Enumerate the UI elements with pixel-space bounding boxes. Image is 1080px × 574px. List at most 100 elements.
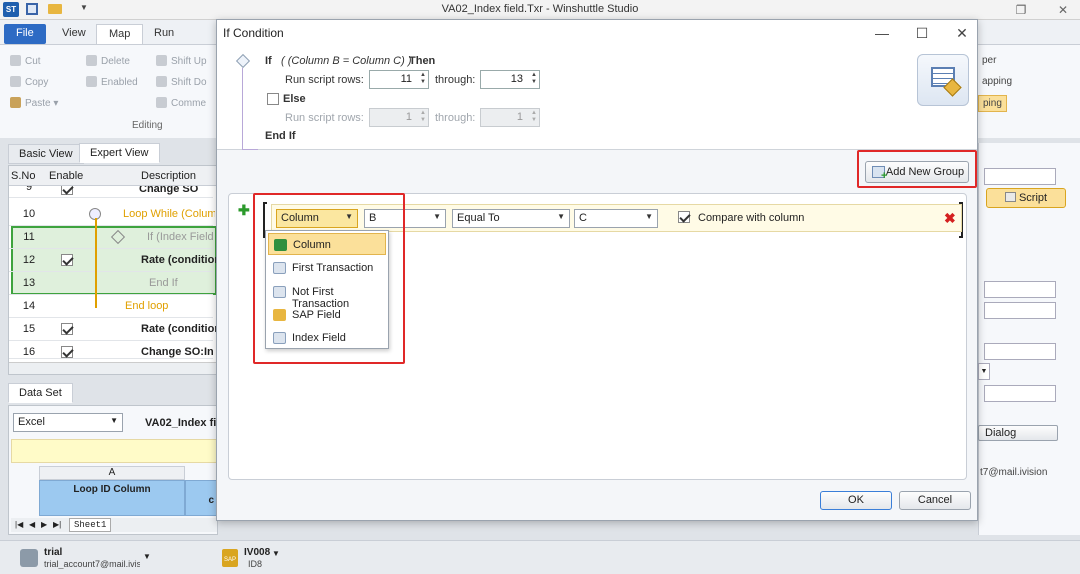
sheet-first-icon[interactable]: |◀	[15, 520, 23, 529]
ribbon-right-item-1[interactable]: per	[982, 55, 996, 66]
condition-expression[interactable]: ( (Column B = Column C) )	[281, 55, 412, 67]
shift-down-button[interactable]: Shift Do	[156, 76, 207, 88]
paste-button[interactable]: Paste ▾	[10, 97, 58, 109]
table-row[interactable]: 13 End If	[9, 272, 213, 295]
right-field-4[interactable]	[984, 343, 1056, 360]
cell-loop-id[interactable]: Loop ID Column	[39, 480, 185, 516]
shift-up-button[interactable]: Shift Up	[156, 55, 207, 67]
delete-row-icon[interactable]: ✖	[944, 210, 956, 227]
grid-hscrollbar[interactable]	[9, 362, 217, 374]
end-if-keyword: End If	[265, 130, 296, 142]
table-row[interactable]: 14 End loop	[9, 295, 213, 318]
else-checkbox[interactable]	[267, 93, 279, 105]
sheet-last-icon[interactable]: ▶|	[53, 520, 61, 529]
stepper-arrows-icon[interactable]: ▲ ▼	[420, 110, 426, 124]
user-menu-chevron-icon[interactable]: ▼	[143, 552, 151, 561]
window-title: VA02_Index field.Txr - Winshuttle Studio	[441, 3, 639, 15]
tab-run[interactable]: Run	[142, 24, 186, 44]
right-field-2[interactable]	[984, 281, 1056, 298]
table-row[interactable]: 9 Change SO	[9, 186, 213, 198]
col-description[interactable]: Description	[141, 170, 196, 182]
table-row[interactable]: 11 If (Index Field c	[9, 226, 213, 249]
condition-icon	[110, 229, 126, 245]
stepper-arrows-icon[interactable]: ▲ ▼	[420, 72, 426, 86]
status-bar: trial trial_account7@mail.ivisi ▼ SAP IV…	[0, 540, 1080, 574]
copy-button[interactable]: Copy	[10, 76, 48, 88]
sheet-banner	[11, 439, 217, 463]
system-menu-chevron-icon[interactable]: ▼	[272, 549, 280, 558]
tab-view[interactable]: View	[50, 24, 98, 44]
else-from-stepper[interactable]: 1 ▲ ▼	[369, 108, 429, 127]
stepper-arrows-icon[interactable]: ▲ ▼	[531, 72, 537, 86]
table-row[interactable]: 12 Rate (condition	[9, 249, 221, 272]
tab-file[interactable]: File	[4, 24, 46, 44]
if-through-label: through:	[435, 74, 476, 86]
enabled-button[interactable]: Enabled	[86, 76, 138, 88]
stepper-arrows-icon[interactable]: ▲ ▼	[531, 110, 537, 124]
right-field-3[interactable]	[984, 302, 1056, 319]
col-enable[interactable]: Enable	[49, 170, 83, 182]
script-button[interactable]: Script	[986, 188, 1066, 208]
minimize-icon[interactable]: —	[871, 23, 893, 43]
right-field-5[interactable]	[984, 385, 1056, 402]
enable-checkbox[interactable]	[61, 186, 73, 195]
dialog-title: If Condition	[223, 26, 284, 40]
else-through-label: through:	[435, 112, 476, 124]
table-row[interactable]: 15 Rate (condition	[9, 318, 221, 341]
tab-basic-view[interactable]: Basic View	[8, 144, 84, 164]
restore-icon[interactable]: ❐	[1010, 2, 1032, 18]
dialog-title-bar: If Condition — ☐ ✕	[217, 20, 977, 46]
comment-button[interactable]: Comme	[156, 97, 206, 109]
highlight-add-group	[857, 150, 977, 188]
if-run-rows-label: Run script rows:	[285, 74, 364, 86]
right-dropdown[interactable]: ▼	[978, 363, 990, 380]
right-operand-select[interactable]: C ▼	[574, 209, 658, 228]
add-row-plus-icon[interactable]: ✚	[238, 202, 250, 219]
right-field-1[interactable]	[984, 168, 1056, 185]
right-operand-value: C	[579, 212, 587, 224]
operator-select[interactable]: Equal To ▼	[452, 209, 570, 228]
if-condition-dialog: If Condition — ☐ ✕ If ( (Column B = Colu…	[216, 19, 978, 521]
enable-checkbox[interactable]	[61, 346, 73, 358]
dialog-button[interactable]: Dialog	[978, 425, 1058, 441]
cut-button[interactable]: Cut	[10, 55, 41, 67]
maximize-icon[interactable]: ☐	[911, 23, 933, 43]
enable-checkbox[interactable]	[61, 254, 73, 266]
app-title-bar: ST ▼ VA02_Index field.Txr - Winshuttle S…	[0, 0, 1080, 20]
tab-map[interactable]: Map	[96, 24, 144, 44]
enable-checkbox[interactable]	[61, 323, 73, 335]
sheet-tab[interactable]: Sheet1	[69, 518, 112, 532]
cancel-button[interactable]: Cancel	[899, 491, 971, 510]
sheet-next-icon[interactable]: ▶	[41, 520, 47, 529]
ok-button[interactable]: OK	[820, 491, 892, 510]
shift-down-label: Shift Do	[171, 77, 207, 88]
then-keyword: Then	[409, 55, 436, 67]
delete-button[interactable]: Delete	[86, 55, 130, 67]
if-keyword: If	[265, 55, 272, 67]
compare-with-column-checkbox[interactable]	[678, 211, 690, 223]
script-grid: S.No Enable Description 9 Change SO 10 L…	[8, 165, 221, 375]
if-from-stepper[interactable]: 11 ▲ ▼	[369, 70, 429, 89]
table-row[interactable]: 16 Change SO:Inve	[9, 341, 213, 359]
close-icon[interactable]: ✕	[951, 23, 973, 43]
column-header-a[interactable]: A	[39, 466, 185, 480]
tab-expert-view[interactable]: Expert View	[79, 143, 160, 163]
chevron-down-icon: ▼	[645, 212, 653, 221]
sheet-prev-icon[interactable]: ◀	[29, 520, 35, 529]
delete-label: Delete	[101, 56, 130, 67]
row-desc: Rate (condition	[141, 254, 222, 266]
ribbon-right-item-2[interactable]: apping	[982, 76, 1012, 87]
ribbon-right-item-3[interactable]: ping	[978, 95, 1007, 112]
if-to-stepper[interactable]: 13 ▲ ▼	[480, 70, 540, 89]
paste-icon	[10, 97, 21, 108]
comment-label: Comme	[171, 98, 207, 109]
table-row[interactable]: 10 Loop While (Column	[9, 203, 215, 226]
col-sno[interactable]: S.No	[11, 170, 35, 182]
sap-icon: SAP	[222, 549, 238, 567]
tab-data-set[interactable]: Data Set	[8, 383, 73, 403]
source-type-select[interactable]: Excel ▼	[13, 413, 123, 432]
cell-b2[interactable]: c	[185, 480, 217, 516]
else-to-stepper[interactable]: 1 ▲ ▼	[480, 108, 540, 127]
close-window-icon[interactable]: ✕	[1052, 2, 1074, 18]
shift-down-icon	[156, 76, 167, 87]
